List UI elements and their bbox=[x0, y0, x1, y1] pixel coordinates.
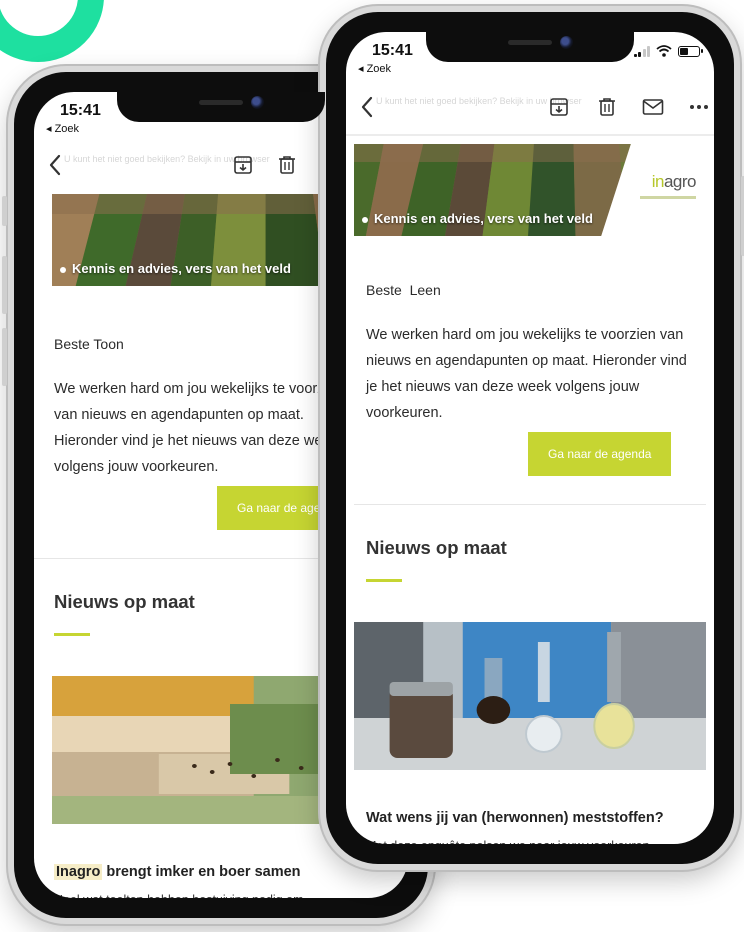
article-text: Heel wat teelten hebben bestuiving nodig… bbox=[34, 890, 408, 898]
section-title: Nieuws op maat bbox=[366, 537, 507, 558]
intro-text: We werken hard om jou wekelijks te voorz… bbox=[366, 327, 687, 421]
trash-icon[interactable] bbox=[274, 152, 300, 178]
email-content: inagro Kennis en advies, vers van het ve… bbox=[346, 136, 714, 844]
mail-icon[interactable] bbox=[640, 94, 666, 120]
speaker bbox=[508, 40, 552, 45]
logo-rest: agro bbox=[663, 172, 697, 191]
title-accent bbox=[366, 579, 402, 582]
status-icons bbox=[633, 45, 703, 57]
back-chevron-icon[interactable] bbox=[42, 152, 68, 178]
mail-body: Beste Leen We werken hard om jou wekelij… bbox=[346, 282, 714, 476]
hero-caption: Kennis en advies, vers van het veld bbox=[60, 261, 291, 276]
greeting: Beste Leen bbox=[366, 282, 441, 298]
side-button bbox=[2, 196, 7, 226]
camera bbox=[560, 36, 573, 49]
side-button bbox=[2, 328, 7, 386]
divider bbox=[354, 504, 706, 505]
notch bbox=[117, 92, 325, 122]
article-title[interactable]: Wat wens jij van (herwonnen) meststoffen… bbox=[346, 810, 714, 826]
wifi-icon bbox=[656, 45, 672, 57]
title-accent bbox=[54, 633, 90, 636]
mail-toolbar: U kunt het niet goed bekijken? Bekijk in… bbox=[34, 148, 408, 188]
battery-icon bbox=[678, 45, 703, 57]
hero-caption: Kennis en advies, vers van het veld bbox=[362, 211, 593, 226]
speaker bbox=[199, 100, 243, 105]
agenda-button[interactable]: Ga naar de agenda bbox=[528, 432, 672, 476]
clock: 15:41 bbox=[372, 42, 413, 59]
article-title-highlight: Inagro bbox=[54, 864, 103, 880]
article-title-rest: brengt imker en boer samen bbox=[102, 864, 301, 880]
intro-text: We werken hard om jou wekelijks te voorz… bbox=[54, 381, 344, 475]
camera bbox=[251, 96, 264, 109]
more-icon[interactable] bbox=[686, 94, 712, 120]
stage: 15:41 ◂ Zoek U kunt het niet goed bekijk… bbox=[0, 0, 744, 932]
notch bbox=[426, 32, 634, 62]
article-text: Met deze enquête polsen we naar jouw voo… bbox=[346, 836, 676, 844]
back-to-search-link[interactable]: ◂ Zoek bbox=[46, 122, 79, 135]
decorative-ring bbox=[0, 0, 104, 62]
trash-icon[interactable] bbox=[594, 94, 620, 120]
archive-icon[interactable] bbox=[230, 152, 256, 178]
signal-icon bbox=[633, 45, 650, 57]
archive-icon[interactable] bbox=[546, 94, 572, 120]
article-title[interactable]: Inagro brengt imker en boer samen bbox=[34, 864, 408, 880]
logo-tagline bbox=[640, 196, 696, 199]
back-to-search-link[interactable]: ◂ Zoek bbox=[358, 62, 391, 75]
inagro-logo: inagro bbox=[651, 172, 697, 192]
clock: 15:41 bbox=[60, 102, 101, 119]
article-photo[interactable] bbox=[354, 622, 706, 770]
logo-prefix: in bbox=[651, 172, 665, 191]
side-button bbox=[2, 256, 7, 314]
